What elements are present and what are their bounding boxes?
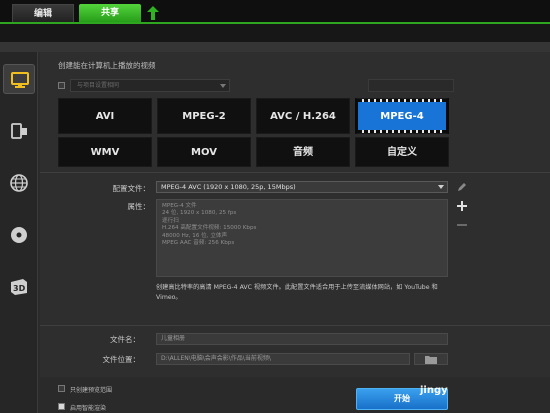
bottom-bar: [40, 377, 550, 413]
section-heading: 创建能在计算机上播放的视频: [58, 61, 156, 70]
format-mpeg2[interactable]: MPEG-2: [157, 98, 251, 134]
smart-render-label: 启用智能渲染: [70, 405, 107, 412]
profile-dropdown[interactable]: MPEG-4 AVC (1920 x 1080, 25p, 15Mbps): [156, 181, 448, 193]
filename-label: 文件名：: [110, 335, 140, 344]
upload-arrow-icon[interactable]: [147, 6, 159, 20]
svg-text:3D: 3D: [13, 284, 26, 293]
toolbar-strip: [0, 24, 550, 42]
profile-label: 配置文件：: [112, 184, 151, 193]
match-project-checkbox[interactable]: [58, 82, 65, 89]
property-line: 24 位, 1920 x 1080, 25 fps: [162, 210, 237, 217]
property-line: 48000 Hz, 16 位, 立体声: [162, 232, 228, 239]
computer-icon: [11, 72, 29, 88]
match-project-dropdown[interactable]: 与项目设置相同: [70, 79, 230, 92]
tab-share[interactable]: 共享: [79, 4, 141, 22]
preview-range-label: 只创建预览范围: [70, 387, 113, 394]
sidebar-item-device[interactable]: [3, 116, 35, 146]
sidebar-item-disc[interactable]: [3, 220, 35, 250]
format-mpeg4[interactable]: MPEG-4: [355, 98, 449, 134]
format-wmv[interactable]: WMV: [58, 137, 152, 167]
watermark: jingy: [420, 385, 448, 396]
properties-box: MPEG-4 文件 24 位, 1920 x 1080, 25 fps 逐行扫 …: [156, 199, 448, 277]
edit-pencil-icon[interactable]: [456, 181, 468, 193]
panel-seam: [0, 42, 550, 52]
device-icon: [11, 123, 27, 139]
browse-folder-button[interactable]: [414, 353, 448, 365]
share-category-sidebar: 3D: [0, 52, 38, 413]
disabled-field: [368, 79, 454, 92]
3d-icon: 3D: [11, 279, 27, 295]
profile-description: 创建高比特率的高清 MPEG-4 AVC 视频文件。此配置文件适合用于上传至流媒…: [156, 284, 438, 301]
format-custom[interactable]: 自定义: [355, 137, 449, 167]
sidebar-item-3d[interactable]: 3D: [3, 272, 35, 302]
sidebar-item-computer[interactable]: [3, 64, 35, 94]
property-line: MPEG AAC 音频: 256 Kbps: [162, 240, 235, 247]
format-mov[interactable]: MOV: [157, 137, 251, 167]
profile-value: MPEG-4 AVC (1920 x 1080, 25p, 15Mbps): [161, 183, 296, 191]
smart-render-checkbox[interactable]: [58, 403, 65, 410]
divider: [40, 172, 550, 173]
sidebar-item-web[interactable]: [3, 168, 35, 198]
location-input[interactable]: D:\ALLEN\电脑\会声会影\作品\当前视频\: [156, 353, 410, 365]
tab-edit[interactable]: 编辑: [12, 4, 74, 22]
properties-label: 属性：: [127, 202, 151, 211]
match-project-label: 与项目设置相同: [77, 82, 120, 89]
format-avi[interactable]: AVI: [58, 98, 152, 134]
chevron-down-icon: [438, 185, 444, 189]
location-label: 文件位置：: [102, 355, 141, 364]
remove-icon[interactable]: [456, 219, 468, 231]
format-avc-h264[interactable]: AVC / H.264: [256, 98, 350, 134]
format-audio[interactable]: 音频: [256, 137, 350, 167]
disc-icon: [11, 227, 27, 243]
filename-input[interactable]: 儿童相册: [156, 333, 448, 345]
add-icon[interactable]: [456, 200, 468, 212]
chevron-down-icon: [220, 84, 226, 88]
globe-icon: [10, 174, 28, 192]
property-line: H.264 高配置文件视频: 15000 Kbps: [162, 225, 257, 232]
divider: [40, 325, 550, 326]
preview-range-checkbox[interactable]: [58, 385, 65, 392]
folder-icon: [425, 356, 437, 364]
